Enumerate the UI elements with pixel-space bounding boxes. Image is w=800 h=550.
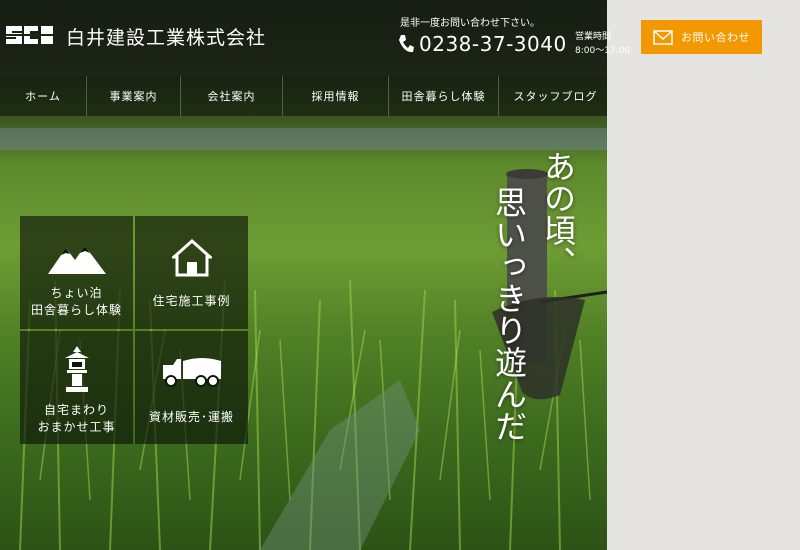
tile-label-line2: おまかせ工事 bbox=[37, 420, 116, 434]
nav-item-home[interactable]: ホーム bbox=[0, 76, 87, 116]
tile-label-line1: 住宅施工事例 bbox=[152, 294, 231, 308]
business-hours: 8:00〜17:00 bbox=[575, 46, 631, 56]
nav-item-company[interactable]: 会社案内 bbox=[181, 76, 283, 116]
truck-icon bbox=[162, 358, 221, 387]
tile-label-line1: 資材販売･運搬 bbox=[148, 410, 234, 424]
tile-label-line1: ちょい泊 bbox=[50, 286, 103, 300]
nav-item-countryside[interactable]: 田舎暮らし体験 bbox=[389, 76, 499, 116]
hero-catchphrase-line1: あの頃、 bbox=[539, 150, 577, 278]
header-bar: 白井建設工業株式会社 是非一度お問い合わせ下さい。 0238-37-3040 営… bbox=[0, 0, 630, 76]
tile-housing-works[interactable]: 住宅施工事例 bbox=[135, 216, 248, 329]
contact-button-label: お問い合わせ bbox=[681, 31, 750, 44]
lantern-icon bbox=[64, 346, 89, 392]
contact-button[interactable]: お問い合わせ bbox=[641, 20, 762, 54]
nav-item-recruit[interactable]: 採用情報 bbox=[283, 76, 389, 116]
service-tiles: ちょい泊 田舎暮らし体験 住宅施工事例 自宅まわり おまかせ工事 資材販売･運搬 bbox=[20, 216, 248, 444]
company-name: 白井建設工業株式会社 bbox=[66, 27, 267, 49]
hero-catchphrase-line2: 思いっきり遊んだ bbox=[490, 186, 528, 442]
house-icon bbox=[171, 238, 212, 277]
phone-number[interactable]: 0238-37-3040 bbox=[419, 32, 567, 56]
mail-icon bbox=[653, 29, 673, 45]
mountain-icon bbox=[47, 246, 106, 274]
main-nav: ホーム 事業案内 会社案内 採用情報 田舎暮らし体験 スタッフブログ bbox=[0, 76, 607, 116]
nav-item-staff-blog[interactable]: スタッフブログ bbox=[499, 76, 612, 116]
company-logo[interactable] bbox=[4, 22, 56, 48]
tile-label-line1: 自宅まわり bbox=[43, 403, 109, 417]
tile-label-line2: 田舎暮らし体験 bbox=[30, 303, 122, 317]
tile-home-surroundings[interactable]: 自宅まわり おまかせ工事 bbox=[20, 331, 133, 444]
phone-icon bbox=[399, 35, 414, 53]
contact-note: 是非一度お問い合わせ下さい。 bbox=[400, 18, 540, 29]
tile-countryside-experience[interactable]: ちょい泊 田舎暮らし体験 bbox=[20, 216, 133, 329]
nav-item-business[interactable]: 事業案内 bbox=[87, 76, 181, 116]
tile-materials-transport[interactable]: 資材販売･運搬 bbox=[135, 331, 248, 444]
business-hours-label: 営業時間 bbox=[575, 32, 612, 42]
